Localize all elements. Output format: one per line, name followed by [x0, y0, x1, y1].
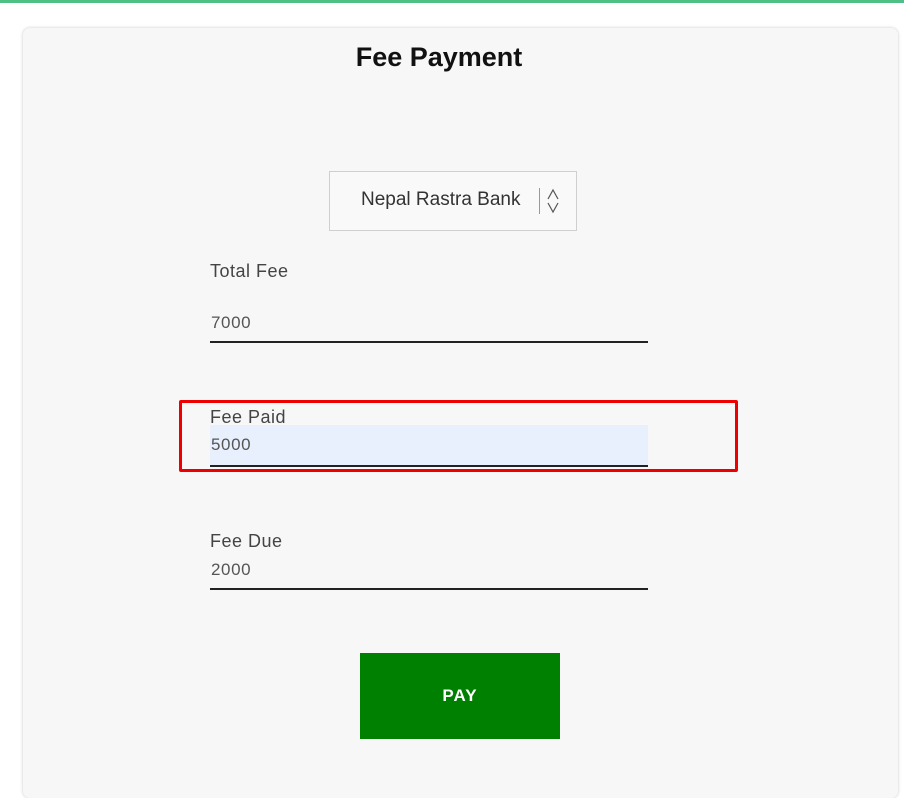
- fee-payment-card: Fee Payment Nepal Rastra Bank Total Fee …: [23, 28, 898, 798]
- pay-button[interactable]: PAY: [360, 653, 560, 739]
- total-fee-label: Total Fee: [210, 261, 289, 281]
- updown-chevron-icon[interactable]: [546, 188, 560, 214]
- top-accent-bar: [0, 0, 904, 3]
- page-title: Fee Payment: [355, 42, 523, 72]
- bank-select-divider: [539, 188, 540, 214]
- fee-due-input[interactable]: [210, 552, 648, 590]
- bank-select-value: Nepal Rastra Bank: [361, 189, 521, 210]
- bank-select[interactable]: Nepal Rastra Bank: [329, 171, 577, 231]
- total-fee-input[interactable]: [210, 304, 648, 343]
- fee-due-label: Fee Due: [210, 531, 283, 551]
- fee-paid-input[interactable]: [210, 425, 648, 467]
